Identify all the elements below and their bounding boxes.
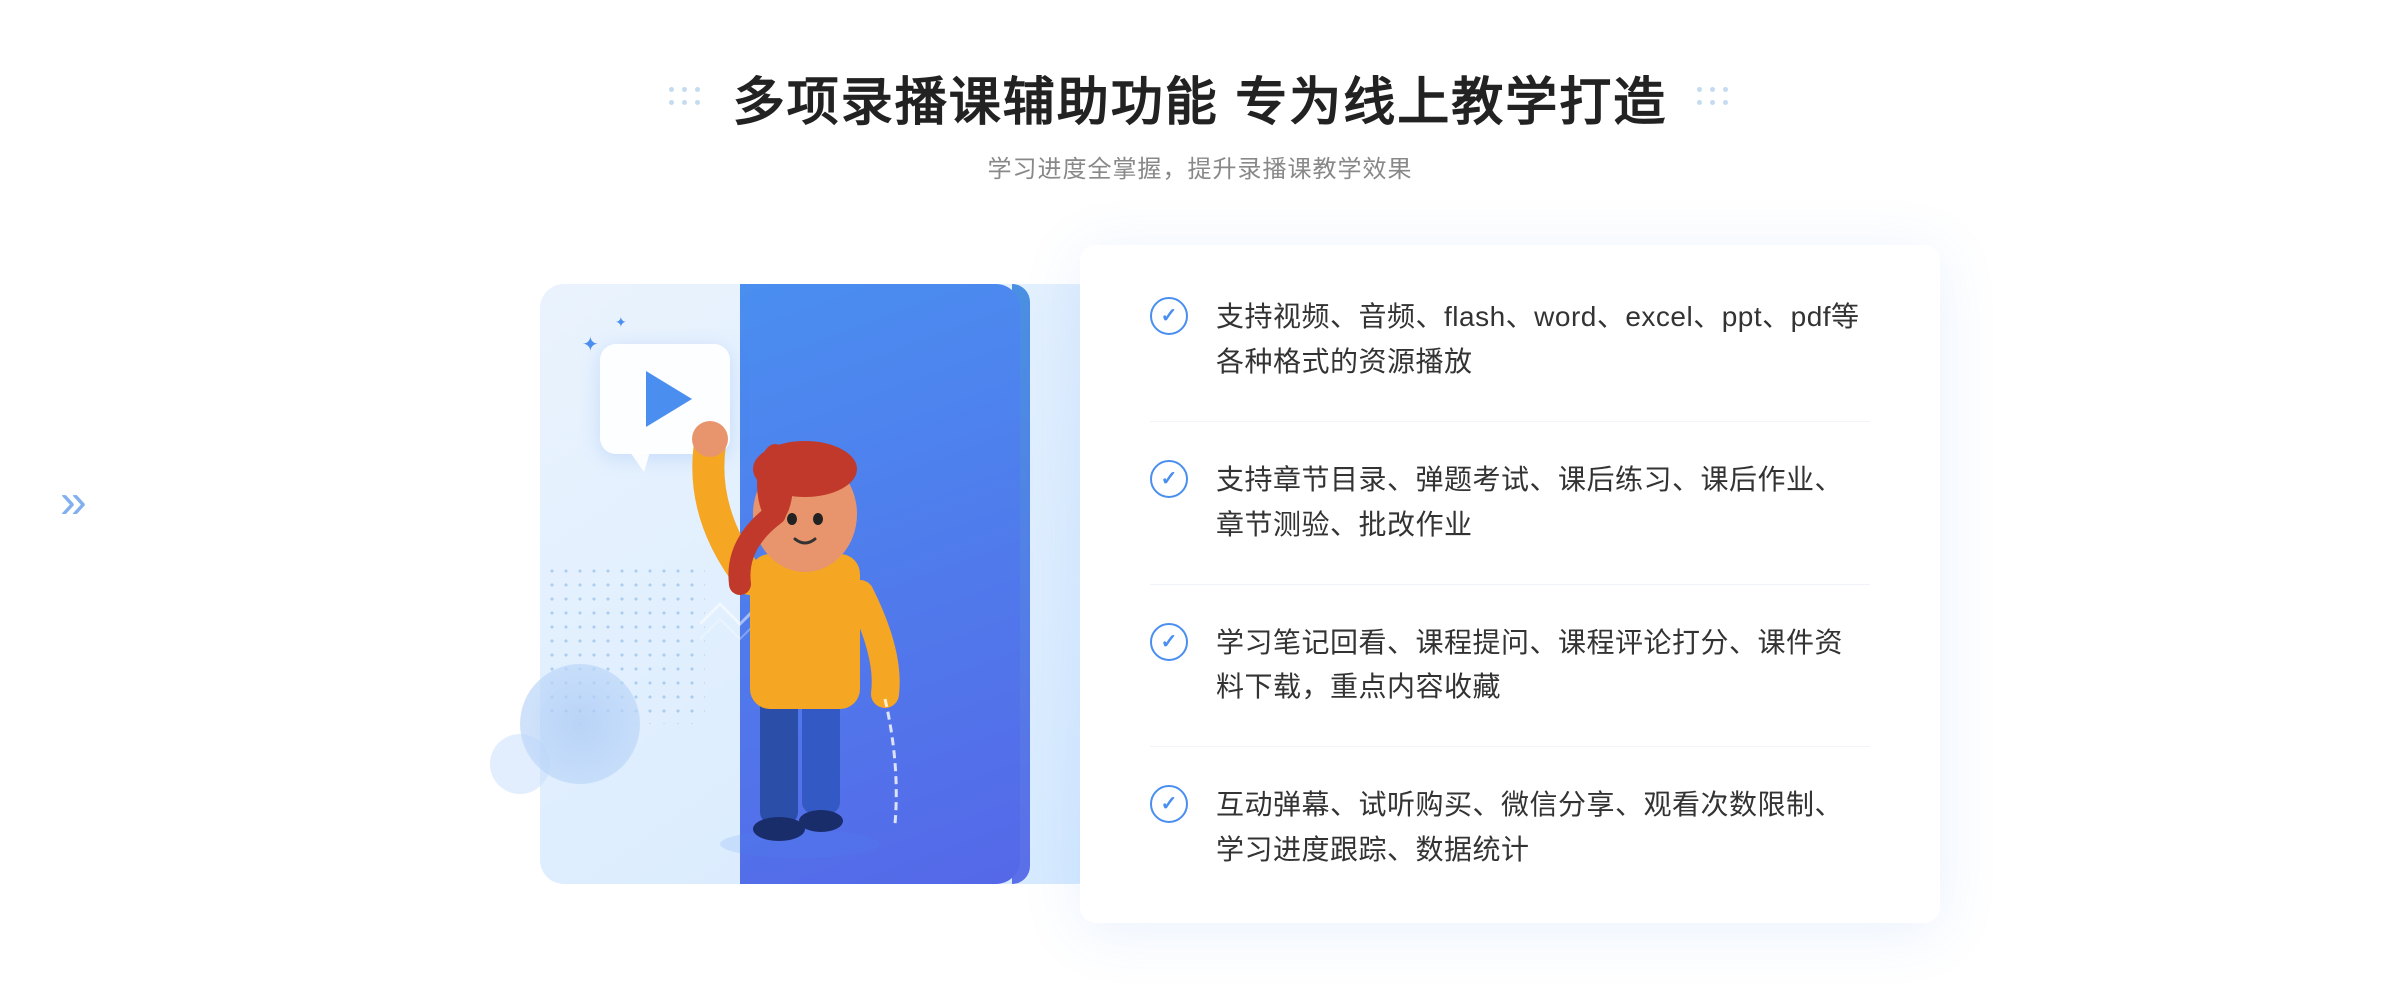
deco-dot-grid-left <box>669 87 703 108</box>
feature-text-1: 支持视频、音频、flash、word、excel、ppt、pdf等各种格式的资源… <box>1216 295 1870 385</box>
dot <box>695 87 700 92</box>
deco-right <box>1697 87 1731 108</box>
check-mark-4: ✓ <box>1161 794 1178 814</box>
check-mark-1: ✓ <box>1161 306 1178 326</box>
dot <box>1723 100 1728 105</box>
dot <box>695 100 700 105</box>
illus-circle-blue <box>520 664 640 784</box>
sparkle-icon-1: ✦ <box>582 332 599 357</box>
dot <box>1697 100 1702 105</box>
page-wrapper: » 多项录播课辅助功能 专为线上教学打造 <box>0 0 2400 1004</box>
dot <box>1710 100 1715 105</box>
feature-text-4: 互动弹幕、试听购买、微信分享、观看次数限制、学习进度跟踪、数据统计 <box>1216 783 1870 873</box>
check-icon-3: ✓ <box>1150 623 1188 661</box>
feature-item-1: ✓ 支持视频、音频、flash、word、excel、ppt、pdf等各种格式的… <box>1150 295 1870 422</box>
illustration-area: ✦ ✦ <box>460 244 1140 924</box>
dot <box>669 100 674 105</box>
feature-item-2: ✓ 支持章节目录、弹题考试、课后练习、课后作业、章节测验、批改作业 <box>1150 422 1870 585</box>
page-header: 多项录播课辅助功能 专为线上教学打造 学习进度全掌握，提升录播课教学效果 <box>669 60 1731 184</box>
feature-item-4: ✓ 互动弹幕、试听购买、微信分享、观看次数限制、学习进度跟踪、数据统计 <box>1150 747 1870 873</box>
feature-text-3: 学习笔记回看、课程提问、课程评论打分、课件资料下载，重点内容收藏 <box>1216 621 1870 711</box>
check-mark-2: ✓ <box>1161 469 1178 489</box>
page-subtitle: 学习进度全掌握，提升录播课教学效果 <box>669 149 1731 184</box>
deco-left <box>669 87 703 108</box>
check-icon-1: ✓ <box>1150 297 1188 335</box>
dot <box>669 87 674 92</box>
check-icon-4: ✓ <box>1150 785 1188 823</box>
dot <box>1723 87 1728 92</box>
sparkle-icon-2: ✦ <box>615 314 627 331</box>
chevron-left-icon: » <box>60 475 87 530</box>
feature-text-2: 支持章节目录、弹题考试、课后练习、课后作业、章节测验、批改作业 <box>1216 458 1870 548</box>
dot <box>682 100 687 105</box>
check-icon-2: ✓ <box>1150 460 1188 498</box>
feature-item-3: ✓ 学习笔记回看、课程提问、课程评论打分、课件资料下载，重点内容收藏 <box>1150 585 1870 748</box>
content-area: ✦ ✦ <box>400 244 2000 924</box>
deco-dot-grid-right <box>1697 87 1731 108</box>
check-mark-3: ✓ <box>1161 632 1178 652</box>
dot <box>1697 87 1702 92</box>
title-row: 多项录播课辅助功能 专为线上教学打造 <box>669 60 1731 135</box>
dot <box>1710 87 1715 92</box>
page-title: 多项录播课辅助功能 专为线上教学打造 <box>733 60 1667 135</box>
dot <box>682 87 687 92</box>
features-panel: ✓ 支持视频、音频、flash、word、excel、ppt、pdf等各种格式的… <box>1080 245 1940 922</box>
person-illustration <box>640 384 920 864</box>
